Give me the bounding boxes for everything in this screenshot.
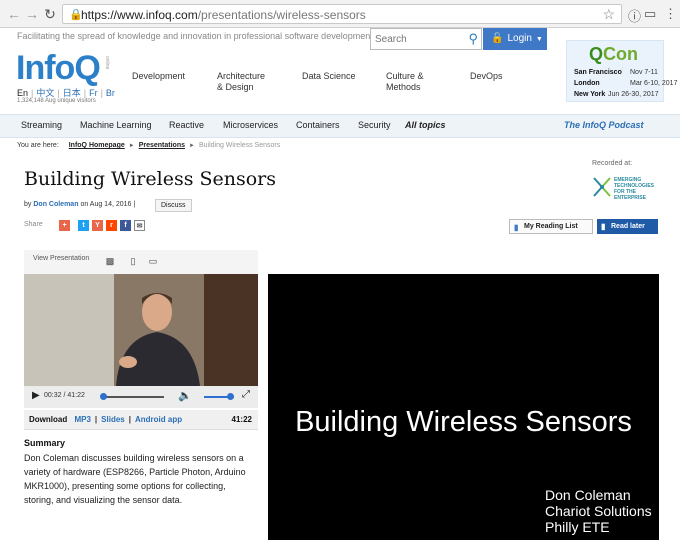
bookmark-icon: ▮	[514, 223, 519, 232]
video-duration: 41:22	[231, 415, 252, 424]
nav-culture-methods[interactable]: Culture & Methods	[386, 71, 424, 93]
view-presentation-bar: View Presentation	[24, 250, 258, 274]
chevron-down-icon: ▼	[535, 36, 543, 43]
hackernews-icon[interactable]: Y	[92, 220, 103, 231]
android-app-link[interactable]: Android app	[135, 415, 182, 424]
emerging-tech-logo[interactable]: EMERGING TECHNOLOGIES FOR THE ENTERPRISE	[592, 176, 660, 201]
breadcrumb-home[interactable]: InfoQ Homepage	[69, 142, 125, 149]
video-player[interactable]	[24, 274, 258, 386]
info-extension-icon[interactable]: ⓘ	[628, 6, 641, 25]
logo-subtext: online	[104, 56, 110, 70]
url-path: /presentations/wireless-sensors	[197, 8, 366, 22]
read-later-button[interactable]: ▮ Read later	[597, 219, 658, 234]
view-mode-video-icon[interactable]: ▭	[147, 256, 159, 267]
back-icon[interactable]: ←	[6, 6, 22, 22]
progress-track[interactable]	[102, 396, 164, 398]
byline: by Don Coleman on Aug 14, 2016 |	[24, 201, 136, 208]
slide-title: Building Wireless Sensors	[295, 406, 632, 438]
breadcrumb: You are here: InfoQ Homepage ► Presentatio…	[17, 142, 280, 149]
progress-handle[interactable]	[99, 393, 107, 400]
cast-icon[interactable]: ▭	[644, 6, 656, 22]
view-mode-side-by-side-icon[interactable]: ▩	[104, 256, 116, 267]
menu-icon[interactable]: ⋮	[664, 6, 677, 22]
view-mode-slides-icon[interactable]: ▯	[127, 256, 139, 267]
chevron-right-icon: ►	[128, 143, 135, 149]
recorded-at-label: Recorded at:	[592, 160, 633, 167]
topic-microservices[interactable]: Microservices	[223, 120, 278, 130]
discuss-button[interactable]: Discuss	[155, 199, 192, 212]
lang-ja[interactable]: 日本	[63, 88, 81, 98]
search-input[interactable]	[371, 29, 461, 50]
search-box[interactable]: ⚲	[370, 28, 482, 50]
lang-zh[interactable]: 中文	[36, 88, 54, 98]
summary-heading: Summary	[24, 438, 66, 448]
lock-icon: 🔓	[491, 33, 504, 44]
share-plus-icon[interactable]: +	[59, 220, 70, 231]
logo-text: Info	[16, 49, 75, 87]
lang-br[interactable]: Br	[106, 88, 115, 98]
login-label: Login	[507, 33, 532, 44]
login-button[interactable]: 🔓 Login ▼	[483, 28, 547, 50]
lang-en[interactable]: En	[17, 88, 28, 98]
qcon-event: San Francisco Nov 7-11	[574, 69, 658, 76]
share-label: Share	[24, 221, 43, 228]
download-mp3-link[interactable]: MP3	[74, 415, 90, 424]
lang-fr[interactable]: Fr	[89, 88, 98, 98]
download-bar: Download MP3 | Slides | Android app 41:22	[24, 410, 258, 430]
slide-viewer[interactable]: Building Wireless Sensors Don Coleman Ch…	[268, 274, 659, 540]
facebook-icon[interactable]: f	[120, 220, 131, 231]
topic-all-topics[interactable]: All topics	[405, 120, 446, 130]
visitor-count: 1,324,148 Aug unique visitors	[17, 98, 96, 104]
topic-security[interactable]: Security	[358, 120, 391, 130]
nav-data-science[interactable]: Data Science	[302, 71, 356, 82]
slide-byline: Don Coleman Chariot Solutions Philly ETE	[545, 487, 652, 535]
topic-streaming[interactable]: Streaming	[21, 120, 62, 130]
topic-machine-learning[interactable]: Machine Learning	[80, 120, 152, 130]
breadcrumb-presentations[interactable]: Presentations	[139, 142, 185, 149]
volume-icon[interactable]: 🔈	[178, 389, 192, 402]
reading-list-button[interactable]: ▮ My Reading List	[509, 219, 593, 234]
qcon-logo: QCon	[589, 44, 639, 64]
address-bar[interactable]: 🔒 https://www.infoq.com/presentations/wi…	[62, 4, 622, 24]
qcon-event: London Mar 6-10, 2017	[574, 80, 678, 87]
playback-time: 00:32 / 41:22	[44, 392, 85, 399]
reddit-icon[interactable]: r	[106, 220, 117, 231]
forward-icon[interactable]: →	[24, 6, 40, 22]
logo-q: Q	[74, 49, 100, 87]
emerging-tech-logo-mark	[593, 177, 611, 197]
download-slides-link[interactable]: Slides	[101, 415, 125, 424]
browser-toolbar: ← → ↻ 🔒 https://www.infoq.com/presentati…	[0, 0, 680, 28]
qcon-banner[interactable]: QCon San Francisco Nov 7-11 London Mar 6-1…	[566, 40, 678, 102]
nav-development[interactable]: Development	[132, 71, 185, 82]
topic-reactive[interactable]: Reactive	[169, 120, 204, 130]
search-icon[interactable]: ⚲	[468, 31, 478, 47]
page-title: Building Wireless Sensors	[24, 168, 277, 190]
bookmark-star-icon[interactable]: ☆	[602, 6, 615, 23]
email-icon[interactable]: ✉	[134, 220, 145, 231]
speaker-video-frame	[24, 274, 258, 386]
bookmark-icon: ▮	[601, 222, 606, 231]
play-icon[interactable]: ▶	[32, 390, 40, 401]
nav-devops[interactable]: DevOps	[470, 71, 503, 82]
tagline: Facilitating the spread of knowledge and…	[17, 31, 373, 41]
author-link[interactable]: Don Coleman	[33, 201, 78, 208]
chevron-right-icon: ►	[189, 143, 195, 149]
infoq-logo[interactable]: InfoQ	[16, 49, 101, 87]
reload-icon[interactable]: ↻	[42, 6, 58, 22]
nav-architecture-design[interactable]: Architecture & Design	[217, 71, 265, 93]
breadcrumb-current: Building Wireless Sensors	[198, 142, 281, 149]
podcast-link[interactable]: The InfoQ Podcast	[564, 120, 644, 130]
qcon-event: New York Jun 26-30, 2017	[574, 91, 659, 98]
volume-handle[interactable]	[226, 393, 234, 400]
player-controls: ▶ 00:32 / 41:22 🔈 ⤢	[24, 386, 258, 408]
view-presentation-label: View Presentation	[33, 255, 90, 262]
url-host: https://www.infoq.com	[81, 8, 198, 22]
summary-text: Don Coleman discusses building wireless …	[24, 453, 246, 505]
topic-containers[interactable]: Containers	[296, 120, 340, 130]
twitter-icon[interactable]: t	[78, 220, 89, 231]
fullscreen-icon[interactable]: ⤢	[242, 389, 250, 400]
download-label: Download	[29, 415, 68, 424]
breadcrumb-prefix: You are here:	[17, 142, 59, 149]
